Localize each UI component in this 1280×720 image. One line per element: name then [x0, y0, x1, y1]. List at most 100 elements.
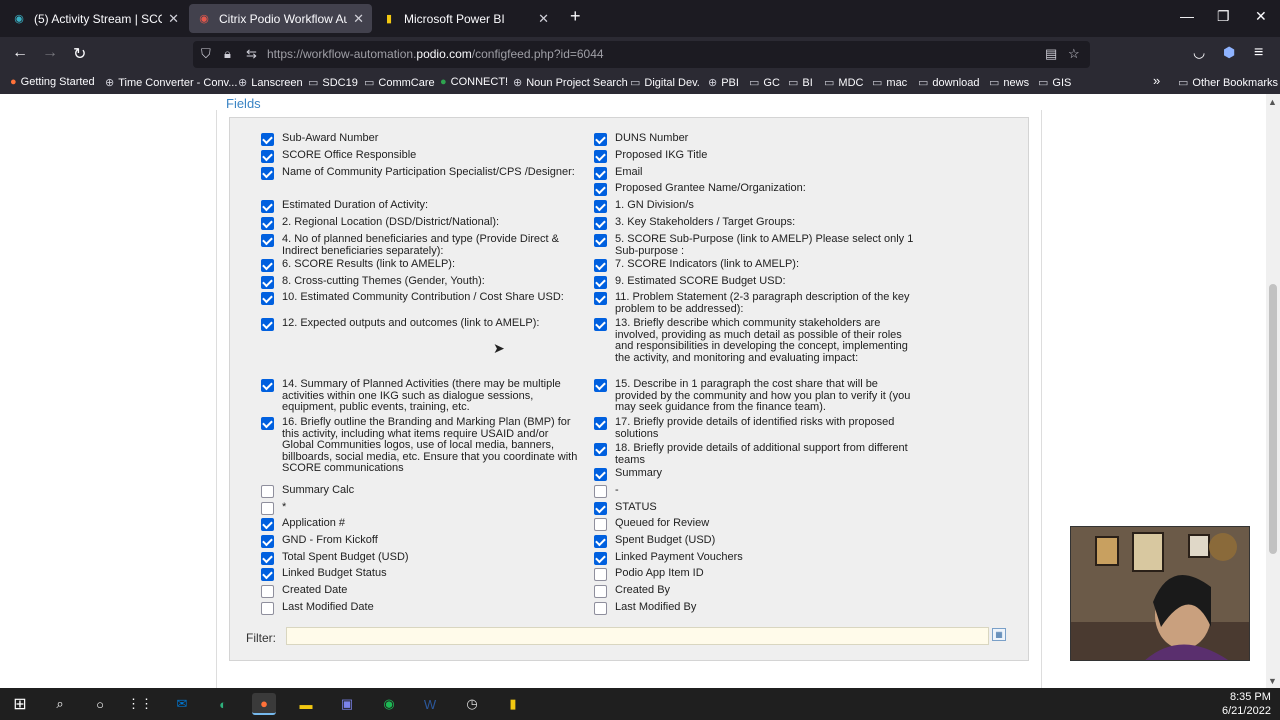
tab-activity-stream[interactable]: ◉ (5) Activity Stream | SCORE-IKG ✕: [4, 4, 187, 33]
bookmark-folder[interactable]: ▭ Other Bookmarks: [1178, 76, 1278, 89]
lock-icon[interactable]: 🔒︎: [224, 46, 231, 62]
field-checkbox[interactable]: [261, 417, 274, 430]
close-window-icon[interactable]: ✕: [1255, 8, 1267, 25]
calendar-icon[interactable]: ▦: [992, 628, 1006, 641]
bookmark-folder[interactable]: ▭ MDC: [824, 76, 863, 89]
field-checkbox[interactable]: [594, 150, 607, 163]
extension-icon[interactable]: ⬢: [1223, 44, 1235, 61]
bookmark-folder[interactable]: ▭ GIS: [1038, 76, 1071, 89]
spotify-icon[interactable]: ◉: [377, 693, 401, 715]
field-checkbox[interactable]: [261, 552, 274, 565]
power-bi-icon[interactable]: ▮: [501, 693, 525, 715]
shield-icon[interactable]: ⛉: [201, 46, 211, 62]
scroll-down-arrow-icon[interactable]: ▼: [1268, 676, 1277, 686]
back-arrow-icon[interactable]: ←: [12, 44, 28, 62]
field-checkbox[interactable]: [594, 535, 607, 548]
field-checkbox[interactable]: [261, 535, 274, 548]
edge-icon[interactable]: ◐: [211, 693, 235, 715]
bookmark-folder[interactable]: ▭ mac: [872, 76, 907, 89]
field-checkbox[interactable]: [594, 552, 607, 565]
bookmark-item[interactable]: ⊕ Time Converter - Conv...: [105, 76, 237, 89]
field-checkbox[interactable]: [594, 259, 607, 272]
pocket-icon[interactable]: ◡: [1193, 44, 1205, 61]
field-checkbox[interactable]: [261, 318, 274, 331]
field-checkbox[interactable]: [594, 585, 607, 598]
field-checkbox[interactable]: [261, 133, 274, 146]
permissions-icon[interactable]: ⇆: [246, 46, 257, 62]
menu-icon[interactable]: ≡: [1254, 44, 1263, 62]
bookmark-folder[interactable]: ▭ SDC19: [308, 76, 358, 89]
outlook-icon[interactable]: ✉: [170, 693, 194, 715]
field-checkbox[interactable]: [594, 167, 607, 180]
new-tab-icon[interactable]: +: [570, 6, 581, 27]
page-scrollbar[interactable]: ▲ ▼: [1266, 94, 1280, 688]
field-checkbox[interactable]: [594, 292, 607, 305]
file-explorer-icon[interactable]: ▬: [294, 693, 318, 715]
filter-input[interactable]: [286, 627, 989, 645]
field-checkbox[interactable]: [594, 318, 607, 331]
field-checkbox[interactable]: [594, 518, 607, 531]
field-checkbox[interactable]: [261, 602, 274, 615]
bookmark-item[interactable]: ⊕ PBI: [708, 76, 739, 89]
field-checkbox[interactable]: [594, 276, 607, 289]
bookmark-folder[interactable]: ▭ news: [989, 76, 1029, 89]
field-checkbox[interactable]: [594, 200, 607, 213]
task-view-icon[interactable]: ⋮⋮: [127, 693, 153, 715]
bookmark-item[interactable]: ⊕ Noun Project Search: [513, 76, 628, 89]
more-bookmarks-chevron-icon[interactable]: »: [1153, 73, 1160, 88]
scroll-up-arrow-icon[interactable]: ▲: [1268, 97, 1277, 107]
field-checkbox[interactable]: [594, 443, 607, 456]
field-checkbox[interactable]: [594, 502, 607, 515]
bookmark-item[interactable]: ● Getting Started: [10, 76, 95, 88]
reload-icon[interactable]: ↻: [73, 44, 86, 64]
field-checkbox[interactable]: [594, 234, 607, 247]
tab-power-bi[interactable]: ▮ Microsoft Power BI ✕: [374, 4, 557, 33]
field-checkbox[interactable]: [261, 167, 274, 180]
field-checkbox[interactable]: [594, 133, 607, 146]
scrollbar-thumb[interactable]: [1269, 284, 1277, 554]
tab-citrix-podio[interactable]: ◉ Citrix Podio Workflow Automati ✕: [189, 4, 372, 33]
field-checkbox[interactable]: [261, 259, 274, 272]
system-clock[interactable]: 8:35 PM 6/21/2022: [1222, 690, 1271, 718]
field-checkbox[interactable]: [594, 217, 607, 230]
field-checkbox[interactable]: [261, 502, 274, 515]
bookmark-star-icon[interactable]: ☆: [1068, 46, 1080, 62]
windows-start-icon[interactable]: ⊞: [8, 693, 32, 715]
reader-view-icon[interactable]: ▤: [1045, 46, 1057, 62]
teams-icon[interactable]: ▣: [335, 693, 359, 715]
bookmark-folder[interactable]: ▭ Digital Dev.: [630, 76, 700, 89]
field-checkbox[interactable]: [594, 468, 607, 481]
field-checkbox[interactable]: [261, 379, 274, 392]
bookmark-item[interactable]: ⊕ Lanscreen: [238, 76, 303, 89]
restore-icon[interactable]: ❐: [1217, 8, 1230, 25]
bookmark-folder[interactable]: ▭ GC: [749, 76, 780, 89]
field-checkbox[interactable]: [261, 585, 274, 598]
field-checkbox[interactable]: [261, 276, 274, 289]
field-checkbox[interactable]: [261, 217, 274, 230]
bookmark-folder[interactable]: ▭ CommCare: [364, 76, 435, 89]
field-checkbox[interactable]: [594, 183, 607, 196]
close-tab-icon[interactable]: ✕: [538, 11, 549, 27]
field-checkbox[interactable]: [261, 200, 274, 213]
field-checkbox[interactable]: [261, 485, 274, 498]
search-icon[interactable]: ⌕: [48, 693, 72, 715]
field-checkbox[interactable]: [261, 292, 274, 305]
field-checkbox[interactable]: [594, 417, 607, 430]
forward-arrow-icon[interactable]: →: [42, 44, 58, 62]
minimize-icon[interactable]: —: [1180, 8, 1194, 24]
cortana-icon[interactable]: ○: [88, 693, 112, 715]
field-checkbox[interactable]: [594, 485, 607, 498]
address-bar[interactable]: ⛉ 🔒︎ ⇆ https://workflow-automation.podio…: [193, 41, 1090, 68]
bookmark-folder[interactable]: ▭ download: [918, 76, 980, 89]
word-icon[interactable]: W: [418, 693, 442, 715]
field-checkbox[interactable]: [594, 379, 607, 392]
field-checkbox[interactable]: [261, 234, 274, 247]
bookmark-item[interactable]: ● CONNECT!: [440, 76, 508, 88]
field-checkbox[interactable]: [594, 602, 607, 615]
close-tab-icon[interactable]: ✕: [353, 11, 364, 27]
firefox-icon[interactable]: ●: [252, 693, 276, 715]
url-text[interactable]: https://workflow-automation.podio.com/co…: [267, 47, 604, 61]
app-icon[interactable]: ◷: [460, 693, 484, 715]
field-checkbox[interactable]: [261, 150, 274, 163]
field-checkbox[interactable]: [261, 568, 274, 581]
